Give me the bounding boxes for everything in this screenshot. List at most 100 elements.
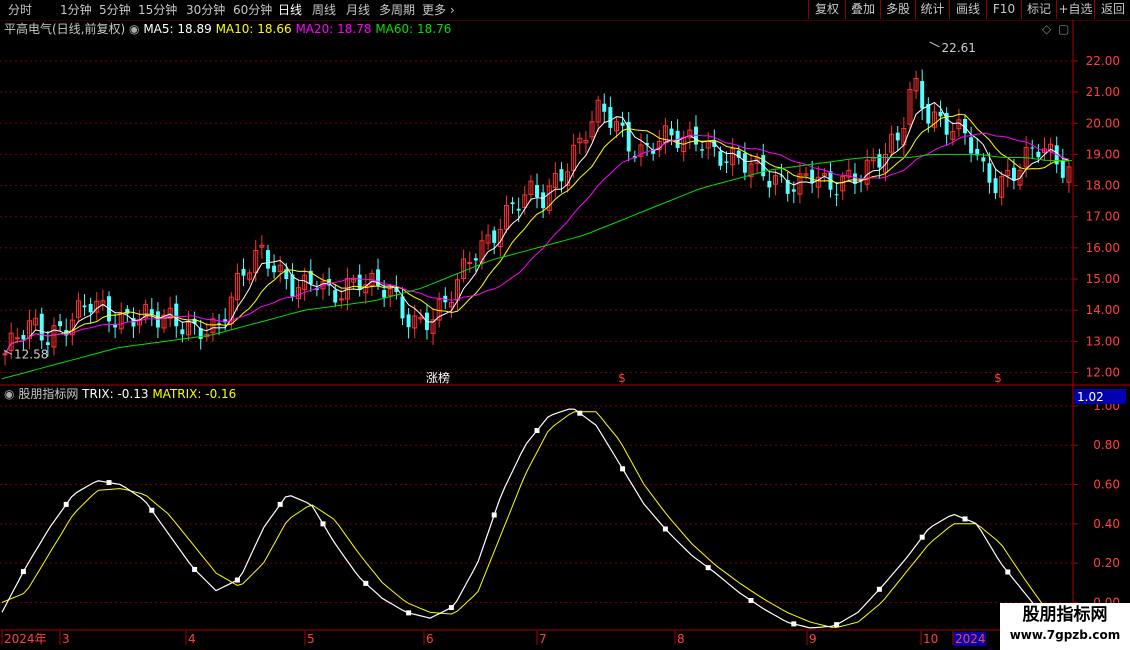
candle-body: [742, 153, 747, 173]
date-label: 5: [307, 632, 315, 646]
watermark: 股朋指标网 www.7gpzb.com: [1000, 603, 1130, 650]
date-label: 8: [677, 632, 685, 646]
candle-body: [981, 157, 986, 162]
trix-marker: [748, 597, 754, 603]
date-axis: 2024年 3 4 5 6 7 8 9 10 2024: [1, 631, 986, 646]
candle-body: [877, 154, 882, 168]
trix-marker: [705, 565, 711, 571]
candle-body: [987, 163, 992, 183]
trix-marker: [320, 521, 326, 527]
trix-marker: [106, 480, 112, 486]
trix-marker: [448, 605, 454, 611]
candle-body: [1011, 167, 1016, 181]
indicator-axis: 0.000.200.400.600.801.001.02: [1073, 389, 1126, 609]
candle-body: [1060, 160, 1065, 178]
candle-body: [834, 194, 839, 196]
candlesticks: [2, 69, 1072, 366]
high-pointer: [929, 41, 940, 48]
ma5-line: [4, 101, 1070, 355]
candle-body: [400, 296, 405, 319]
trix-marker: [234, 577, 240, 583]
candle-body: [265, 250, 270, 269]
watermark-url: www.7gpzb.com: [1009, 628, 1121, 642]
indicator-tick-label: 0.20: [1093, 556, 1120, 570]
trix-marker: [1005, 569, 1011, 575]
trix-marker: [791, 621, 797, 627]
candle-body: [938, 111, 943, 117]
trix-marker: [63, 501, 69, 507]
trix-marker: [662, 526, 668, 532]
event-marker-label: 涨榜: [426, 370, 450, 385]
candle-body: [535, 185, 539, 197]
candle-body: [88, 303, 93, 313]
candle-body: [608, 107, 613, 128]
low-price-label: 12.58: [14, 347, 48, 361]
date-label: 2024: [955, 632, 986, 646]
candle-body: [969, 137, 974, 154]
trix-marker: [406, 610, 412, 616]
trix-marker: [620, 466, 626, 472]
price-tick-label: 16.00: [1086, 241, 1120, 255]
candle-body: [467, 262, 473, 265]
candle-body: [58, 321, 63, 327]
trix-marker: [577, 410, 583, 416]
candle-body: [21, 335, 26, 340]
ma20-line: [4, 132, 1070, 355]
candle-body: [14, 337, 20, 340]
candle-body: [473, 258, 478, 261]
candle-body: [895, 132, 900, 141]
candle-body: [1036, 151, 1041, 158]
price-tick-label: 14.00: [1086, 303, 1120, 317]
trix-marker: [491, 512, 497, 518]
high-price-label: 22.61: [942, 41, 976, 55]
trix-marker: [192, 566, 198, 572]
indicator-tick-label: 0.40: [1093, 517, 1120, 531]
trix-marker: [834, 622, 840, 628]
candle-body: [357, 274, 362, 291]
candle-body: [174, 303, 179, 327]
candle-body: [82, 305, 87, 308]
candle-body: [718, 151, 723, 166]
trix-marker: [962, 516, 968, 522]
date-label: 2024年: [4, 632, 47, 646]
candle-body: [2, 353, 8, 356]
moving-averages: [1, 101, 1072, 380]
chart-canvas[interactable]: 12.00 13.00 14.00 15.00 16.00 17.00 18.00 19.00…: [0, 0, 1130, 650]
indicator-tick-label: 0.80: [1093, 438, 1120, 452]
candle-body: [510, 202, 515, 205]
price-tick-label: 19.00: [1086, 147, 1120, 161]
candle-body: [541, 192, 546, 209]
price-tick-label: 15.00: [1086, 272, 1120, 286]
trix-marker: [534, 427, 540, 433]
candle-body: [382, 289, 387, 298]
candle-body: [516, 208, 521, 211]
indicator-lines: [1, 408, 1073, 635]
event-marker-label: $: [994, 371, 1002, 385]
candle-body: [724, 161, 729, 163]
price-tick-label: 20.00: [1086, 116, 1120, 130]
candle-body: [180, 329, 185, 335]
trix-marker: [363, 580, 369, 586]
date-label: 4: [188, 632, 196, 646]
candle-body: [767, 180, 772, 188]
candle-body: [620, 122, 625, 126]
trix-line: [1, 408, 1073, 629]
candle-body: [492, 230, 497, 243]
candle-body: [920, 81, 925, 109]
trix-marker: [876, 586, 882, 592]
annotations: 22.61 12.58 涨榜 $ $: [3, 41, 1002, 385]
trix-marker: [20, 569, 26, 575]
trix-marker: [277, 501, 283, 507]
price-tick-label: 12.00: [1086, 366, 1120, 380]
trix-marker: [149, 507, 155, 513]
trix-marker: [919, 534, 925, 540]
date-label: 6: [426, 632, 434, 646]
date-label: 7: [539, 632, 547, 646]
candle-body: [45, 342, 50, 346]
price-tick-label: 18.00: [1086, 179, 1120, 193]
candle-body: [338, 298, 344, 301]
candle-body: [993, 178, 998, 194]
event-marker-label: $: [618, 371, 626, 385]
candle-body: [669, 128, 674, 136]
candle-body: [39, 313, 44, 341]
